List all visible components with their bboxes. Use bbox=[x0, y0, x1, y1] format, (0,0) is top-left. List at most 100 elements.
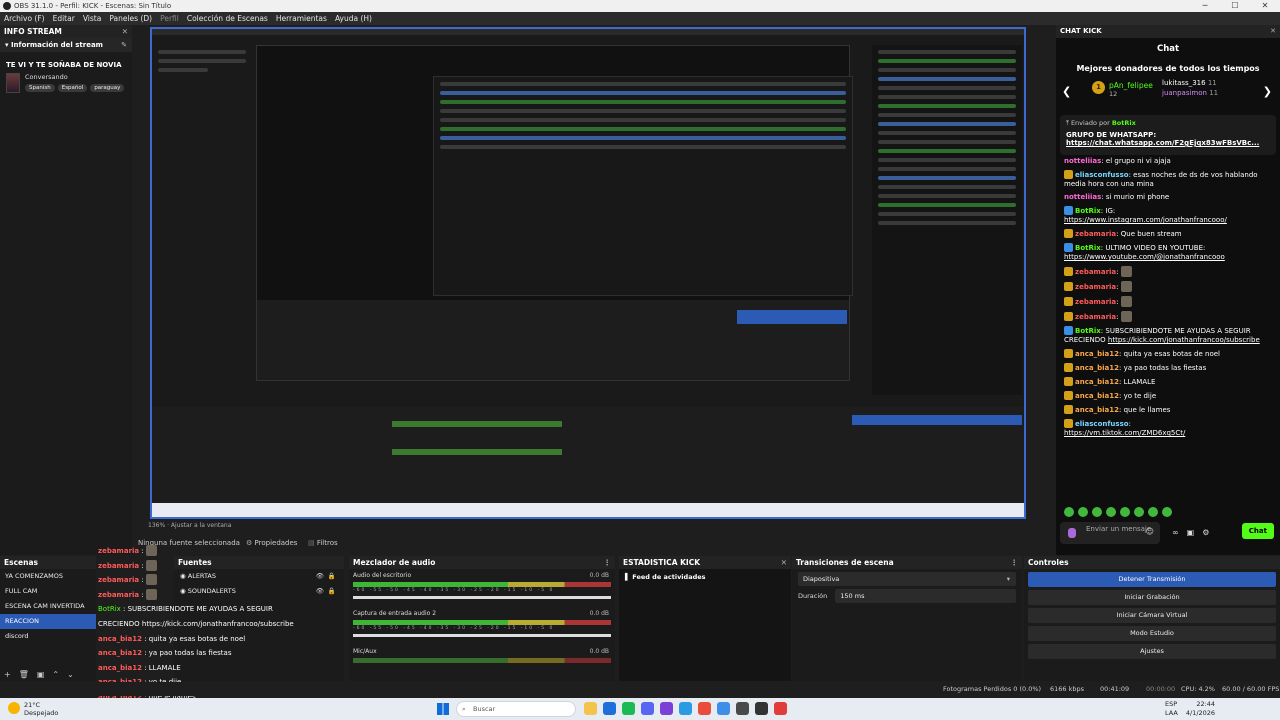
menu-icon[interactable]: ⋮ bbox=[1011, 556, 1019, 569]
start-virtual-camera-button[interactable]: Iniciar Cámara Virtual bbox=[1028, 608, 1276, 623]
chat-send-button[interactable]: Chat bbox=[1241, 523, 1274, 539]
chat-message-input[interactable]: Enviar un mensaje ☺ bbox=[1060, 522, 1160, 544]
app-icon[interactable] bbox=[717, 702, 730, 715]
menu-vista[interactable]: Vista bbox=[79, 12, 106, 25]
os-taskbar: 21°C Despejado ⌕ Buscar ESP LAA 22:44 4/1/20… bbox=[0, 698, 1280, 720]
folder-icon[interactable] bbox=[584, 702, 597, 715]
scene-item-selected[interactable]: REACCION bbox=[0, 614, 96, 629]
transitions-header: Transiciones de escena ⋮ bbox=[792, 556, 1022, 569]
overlay-line: anca_bia12 : quita ya esas botas de noel bbox=[98, 634, 246, 643]
emote-icon bbox=[1120, 296, 1132, 307]
discord-icon[interactable] bbox=[641, 702, 654, 715]
windows-start-icon[interactable] bbox=[437, 703, 449, 715]
chat-kick-dock: CHAT KICK ✕ Chat Mejores donadores de tod… bbox=[1056, 25, 1280, 555]
trash-icon[interactable]: 🗑 bbox=[19, 670, 29, 679]
menu-archivo[interactable]: Archivo (F) bbox=[0, 12, 49, 25]
studio-mode-button[interactable]: Modo Estudio bbox=[1028, 626, 1276, 641]
close-icon[interactable]: ✕ bbox=[1270, 25, 1276, 38]
stream-info-section[interactable]: ▾ Información del stream ✎ bbox=[0, 38, 132, 52]
spotify-icon[interactable] bbox=[622, 702, 635, 715]
app-icon[interactable] bbox=[774, 702, 787, 715]
chat-link[interactable]: https://www.youtube.com/@jonathanfrancoo… bbox=[1064, 253, 1225, 261]
edge-icon[interactable] bbox=[679, 702, 692, 715]
close-icon[interactable]: ✕ bbox=[781, 556, 787, 569]
overlay-line: zebamaria : bbox=[98, 559, 338, 574]
clock[interactable]: 22:44 4/1/2026 bbox=[1186, 700, 1215, 718]
menu-editar[interactable]: Editar bbox=[49, 12, 79, 25]
preview-capture bbox=[152, 29, 1024, 517]
menu-ayuda[interactable]: Ayuda (H) bbox=[331, 12, 376, 25]
chevron-right-icon[interactable]: ❯ bbox=[1263, 85, 1272, 98]
pinned-message: ⤒ Enviado por BotRix GRUPO DE WHATSAPP: … bbox=[1060, 115, 1276, 155]
scene-item[interactable]: discord bbox=[0, 629, 96, 644]
emote-icon[interactable] bbox=[1092, 507, 1102, 517]
down-icon[interactable]: ⌄ bbox=[67, 670, 74, 679]
maximize-icon[interactable]: ☐ bbox=[1220, 0, 1250, 12]
up-icon[interactable]: ⌃ bbox=[52, 670, 59, 679]
gear-icon[interactable]: ⚙ bbox=[1202, 528, 1209, 537]
menu-perfil[interactable]: Perfil bbox=[156, 12, 183, 25]
add-icon[interactable]: + bbox=[4, 670, 11, 679]
volume-slider[interactable] bbox=[353, 634, 611, 637]
menu-herramientas[interactable]: Herramientas bbox=[272, 12, 331, 25]
minimize-icon[interactable]: ─ bbox=[1190, 0, 1220, 12]
emoji-icon[interactable]: ☺ bbox=[1146, 528, 1154, 536]
scene-item[interactable]: FULL CAM bbox=[0, 584, 96, 599]
emote-icon[interactable] bbox=[1106, 507, 1116, 517]
emote-icon[interactable] bbox=[1120, 507, 1130, 517]
weather-widget[interactable]: 21°C Despejado bbox=[8, 701, 58, 717]
obs-icon[interactable] bbox=[755, 702, 768, 715]
emote-icon[interactable] bbox=[1078, 507, 1088, 517]
link-icon[interactable]: ∞ bbox=[1172, 528, 1179, 537]
scenes-dock: Escenas YA COMENZAMOS FULL CAM ESCENA CA… bbox=[0, 556, 96, 681]
start-recording-button[interactable]: Iniciar Grabación bbox=[1028, 590, 1276, 605]
chat-link[interactable]: https://www.instagram.com/jonathanfranco… bbox=[1064, 216, 1227, 224]
chat-message: BotRix: ULTIMO VIDEO EN YOUTUBE: https://… bbox=[1064, 243, 1225, 261]
transition-select[interactable]: Diapositiva ▾ bbox=[798, 572, 1016, 586]
emote-icon[interactable] bbox=[1162, 507, 1172, 517]
app-icon[interactable] bbox=[660, 702, 673, 715]
preview-docks bbox=[152, 407, 1024, 503]
scene-preview[interactable] bbox=[150, 27, 1026, 519]
close-icon[interactable]: ✕ bbox=[1250, 0, 1280, 12]
chat-message: anca_bia12: LLAMALE bbox=[1064, 377, 1272, 387]
chrome-icon[interactable] bbox=[698, 702, 711, 715]
volume-slider[interactable] bbox=[353, 596, 611, 599]
steam-icon[interactable] bbox=[736, 702, 749, 715]
chat-message: BotRix: SUBSCRIBIENDOTE ME AYUDAS A SEGU… bbox=[1064, 326, 1260, 344]
zoom-indicator[interactable]: 136% · Ajustar a la ventana bbox=[148, 522, 231, 529]
chat-message: eliasconfusso: https://vm.tiktok.com/ZMD6… bbox=[1064, 419, 1186, 437]
chat-link[interactable]: https://vm.tiktok.com/ZMD6xq5Ct/ bbox=[1064, 429, 1185, 437]
pinned-link[interactable]: https://chat.whatsapp.com/F2gEjqx83wFBsV… bbox=[1066, 139, 1270, 147]
emote-icon[interactable] bbox=[1134, 507, 1144, 517]
duration-label: Duración bbox=[798, 592, 828, 600]
filter-icon[interactable]: ▣ bbox=[37, 670, 45, 679]
emote-icon[interactable] bbox=[1148, 507, 1158, 517]
duration-input[interactable]: 150 ms bbox=[835, 589, 1016, 603]
volume-meter bbox=[353, 658, 611, 663]
edit-icon[interactable]: ✎ bbox=[121, 38, 127, 52]
emote-icon[interactable] bbox=[1064, 507, 1074, 517]
gift-icon[interactable]: ▣ bbox=[1187, 528, 1195, 537]
menu-paneles[interactable]: Paneles (D) bbox=[105, 12, 156, 25]
chat-link[interactable]: https://kick.com/jonathanfrancoo/subscri… bbox=[1108, 336, 1260, 344]
scene-item[interactable]: ESCENA CAM INVERTIDA bbox=[0, 599, 96, 614]
chat-dock-header: CHAT KICK ✕ bbox=[1056, 25, 1280, 38]
store-icon[interactable] bbox=[603, 702, 616, 715]
settings-button[interactable]: Ajustes bbox=[1028, 644, 1276, 659]
chat-message: anca_bia12: ya pao todas las fiestas bbox=[1064, 363, 1272, 373]
overlay-line: zebamaria : bbox=[98, 544, 338, 559]
window-controls: ─ ☐ ✕ bbox=[1190, 0, 1280, 12]
close-icon[interactable]: ✕ bbox=[122, 25, 128, 38]
rank-badge: 1 bbox=[1092, 81, 1105, 94]
taskbar-search[interactable]: ⌕ Buscar bbox=[456, 701, 576, 717]
category-thumbnail bbox=[6, 73, 20, 93]
obs-logo-icon bbox=[3, 2, 11, 10]
scene-item[interactable]: YA COMENZAMOS bbox=[0, 569, 96, 584]
menu-icon[interactable]: ⋮ bbox=[604, 556, 612, 569]
stop-streaming-button[interactable]: Detener Transmisión bbox=[1028, 572, 1276, 587]
chat-message: zebamaria: Que buen stream bbox=[1064, 229, 1272, 239]
chevron-left-icon[interactable]: ❮ bbox=[1062, 85, 1071, 98]
language-indicator[interactable]: ESP LAA bbox=[1165, 700, 1178, 718]
menu-coleccion[interactable]: Colección de Escenas bbox=[183, 12, 272, 25]
